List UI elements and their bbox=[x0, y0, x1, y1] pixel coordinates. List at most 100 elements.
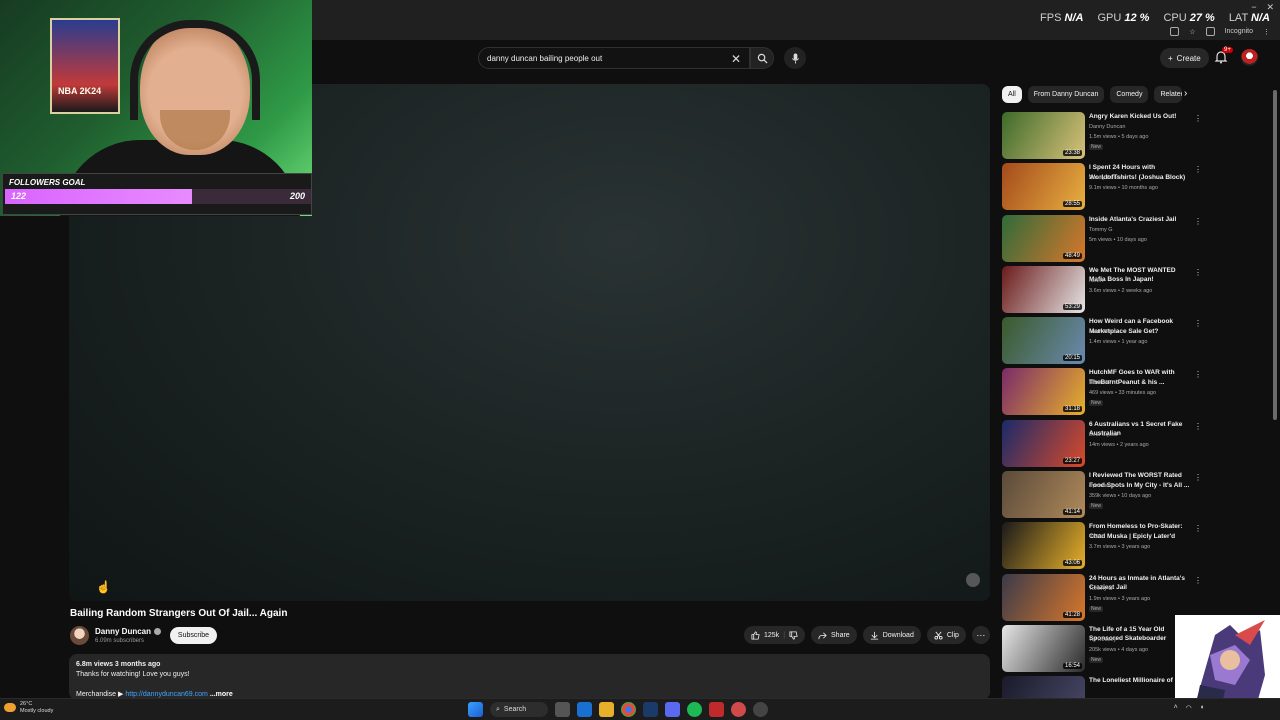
recommendation-channel[interactable]: VICE bbox=[1089, 534, 1102, 540]
network-icon[interactable]: ◠ bbox=[1186, 704, 1192, 712]
search-query[interactable]: danny duncan bailing people out bbox=[487, 54, 602, 63]
windows-start-icon[interactable] bbox=[468, 702, 483, 717]
discord-icon[interactable] bbox=[665, 702, 680, 717]
recommendation-channel[interactable]: HutchMF bbox=[1089, 380, 1111, 386]
video-thumbnail[interactable]: 41:14 bbox=[1002, 471, 1085, 519]
volume-icon[interactable]: ◖ bbox=[1200, 704, 1204, 712]
recommendation-item[interactable]: 43:06 From Homeless to Pro-Skater: Chad M… bbox=[1002, 522, 1202, 573]
clear-search-icon[interactable]: ✕ bbox=[731, 52, 741, 66]
thumbs-up-icon bbox=[751, 630, 760, 640]
recommendation-title[interactable]: Inside Atlanta's Craziest Jail bbox=[1089, 215, 1191, 225]
task-view-icon[interactable] bbox=[555, 702, 570, 717]
recommendation-item[interactable]: 23:27 6 Australians vs 1 Secret Fake Aust… bbox=[1002, 419, 1202, 471]
menu-dots-icon[interactable]: ⋮ bbox=[1263, 28, 1270, 36]
goal-progress-track bbox=[5, 189, 311, 204]
channel-avatar[interactable] bbox=[70, 626, 89, 645]
outlook-icon[interactable] bbox=[577, 702, 592, 717]
recommendation-channel[interactable]: Tal Rodkey bbox=[1089, 637, 1116, 643]
extensions-icon[interactable] bbox=[1205, 27, 1215, 36]
video-thumbnail[interactable]: 41:28 bbox=[1002, 573, 1085, 621]
video-thumbnail[interactable]: 20:15 bbox=[1002, 317, 1085, 365]
tray-chevron-icon[interactable]: ˄ bbox=[1174, 704, 1178, 712]
video-thumbnail[interactable]: 53:29 bbox=[1002, 265, 1085, 313]
more-actions-button[interactable]: ⋯ bbox=[971, 626, 990, 644]
recommendation-channel[interactable]: Danny Duncan bbox=[1089, 124, 1125, 130]
search-button[interactable] bbox=[750, 47, 774, 69]
eye-off-icon[interactable] bbox=[1170, 27, 1180, 36]
more-vertical-icon[interactable]: ⋮ bbox=[1194, 319, 1202, 328]
filter-chip[interactable]: Comedy bbox=[1110, 86, 1149, 103]
recommendation-title[interactable]: Angry Karen Kicked Us Out! bbox=[1089, 112, 1191, 122]
account-avatar[interactable] bbox=[1241, 49, 1258, 66]
video-thumbnail[interactable]: 28:55 bbox=[1002, 163, 1085, 211]
recommendation-channel[interactable]: Beta Squad bbox=[1089, 432, 1118, 438]
page-scrollbar[interactable] bbox=[1273, 90, 1277, 420]
recommendation-channel[interactable]: NELK bbox=[1089, 278, 1103, 284]
video-thumbnail[interactable]: 23:38 bbox=[1002, 112, 1085, 159]
description-more-link[interactable]: ...more bbox=[210, 691, 233, 698]
recommendation-item[interactable]: 41:28 24 Hours as Inmate in Atlanta's Cra… bbox=[1002, 573, 1202, 625]
more-vertical-icon[interactable]: ⋮ bbox=[1194, 114, 1202, 123]
more-vertical-icon[interactable]: ⋮ bbox=[1194, 217, 1202, 226]
voice-search-button[interactable] bbox=[784, 47, 806, 69]
incognito-label[interactable]: Incognito bbox=[1225, 28, 1253, 35]
channel-watermark-icon[interactable] bbox=[966, 573, 980, 587]
recommendation-channel[interactable]: Danny Duncan bbox=[1089, 175, 1125, 181]
like-button[interactable]: 125k | bbox=[744, 626, 806, 644]
recommendation-title[interactable]: We Met The MOST WANTED Mafia Boss In Jap… bbox=[1089, 266, 1191, 285]
search-input[interactable]: danny duncan bailing people out ✕ bbox=[478, 47, 750, 69]
spotify-icon[interactable] bbox=[687, 702, 702, 717]
more-vertical-icon[interactable]: ⋮ bbox=[1194, 268, 1202, 277]
file-explorer-icon[interactable] bbox=[599, 702, 614, 717]
description-text: Thanks for watching! Love you guys! bbox=[76, 671, 190, 678]
weather-widget[interactable]: 26°C Mostly cloudy bbox=[4, 701, 53, 715]
taskbar-search-button[interactable]: ⌕ Search bbox=[490, 702, 548, 717]
more-vertical-icon[interactable]: ⋮ bbox=[1194, 576, 1202, 585]
more-vertical-icon[interactable]: ⋮ bbox=[1194, 524, 1202, 533]
thumbs-down-icon[interactable] bbox=[789, 630, 798, 640]
recommendation-item[interactable]: 16:54 The Life of a 15 Year Old Sponsored… bbox=[1002, 624, 1202, 676]
filter-chip[interactable]: Related bbox=[1154, 86, 1183, 103]
recommendation-item[interactable]: 31:18 HutchMF Goes to WAR with TheBurntPe… bbox=[1002, 368, 1202, 419]
merch-link[interactable]: http://dannyduncan69.com bbox=[125, 691, 208, 698]
chrome-incognito-icon[interactable] bbox=[753, 702, 768, 717]
recommendation-channel[interactable]: Tommy G bbox=[1089, 227, 1113, 233]
subscribe-button[interactable]: Subscribe bbox=[170, 627, 217, 644]
recommendation-title[interactable]: From Homeless to Pro-Skater: Chad Muska … bbox=[1089, 522, 1191, 541]
channel-name-link[interactable]: Danny Duncan bbox=[95, 627, 162, 636]
video-duration: 28:55 bbox=[1062, 201, 1082, 208]
more-vertical-icon[interactable]: ⋮ bbox=[1194, 165, 1202, 174]
obs-icon[interactable] bbox=[731, 702, 746, 717]
more-vertical-icon[interactable]: ⋮ bbox=[1194, 370, 1202, 379]
filter-chip[interactable]: All bbox=[1002, 86, 1022, 103]
video-thumbnail[interactable]: 48:49 bbox=[1002, 214, 1085, 262]
clip-button[interactable]: Clip bbox=[926, 626, 966, 644]
recommendation-item[interactable]: 48:49 Inside Atlanta's Craziest Jail Tommy… bbox=[1002, 214, 1202, 266]
channel-name[interactable]: Danny Duncan bbox=[95, 627, 151, 636]
recommendation-channel[interactable]: Misfit Minds bbox=[1089, 329, 1118, 335]
chrome-icon[interactable] bbox=[621, 702, 636, 717]
star-icon[interactable]: ☆ bbox=[1189, 28, 1195, 36]
description-box[interactable]: 6.8m views 3 months ago Thanks for watch… bbox=[69, 654, 990, 700]
recommendation-item[interactable]: 23:38 Angry Karen Kicked Us Out! Danny Dun… bbox=[1002, 112, 1202, 163]
download-button[interactable]: Download bbox=[862, 626, 921, 644]
recommendation-item[interactable]: 20:15 How Weird can a Facebook Marketplac… bbox=[1002, 317, 1202, 368]
steam-icon[interactable] bbox=[643, 702, 658, 717]
more-vertical-icon[interactable]: ⋮ bbox=[1194, 422, 1202, 431]
recommendation-channel[interactable]: Spanian 2 bbox=[1089, 483, 1114, 489]
video-thumbnail[interactable]: 23:27 bbox=[1002, 419, 1085, 467]
video-thumbnail[interactable]: 31:18 bbox=[1002, 368, 1085, 416]
recommendation-item[interactable]: 53:29 We Met The MOST WANTED Mafia Boss I… bbox=[1002, 265, 1202, 317]
chevron-right-icon[interactable]: › bbox=[1184, 88, 1187, 99]
goal-progress-fill bbox=[5, 189, 192, 204]
video-thumbnail[interactable]: 16:54 bbox=[1002, 624, 1085, 672]
recommendation-item[interactable]: 28:55 I Spent 24 Hours with WorldofTshirt… bbox=[1002, 163, 1202, 214]
create-button[interactable]: + Create bbox=[1160, 48, 1209, 68]
filter-chip[interactable]: From Danny Duncan bbox=[1027, 86, 1105, 103]
app-red-icon[interactable] bbox=[709, 702, 724, 717]
recommendation-channel[interactable]: Tommy G bbox=[1089, 586, 1113, 592]
video-thumbnail[interactable]: 43:06 bbox=[1002, 522, 1085, 570]
share-button[interactable]: Share bbox=[811, 626, 857, 644]
more-vertical-icon[interactable]: ⋮ bbox=[1194, 473, 1202, 482]
recommendation-item[interactable]: 41:14 I Reviewed The WORST Rated Food Spo… bbox=[1002, 471, 1202, 522]
